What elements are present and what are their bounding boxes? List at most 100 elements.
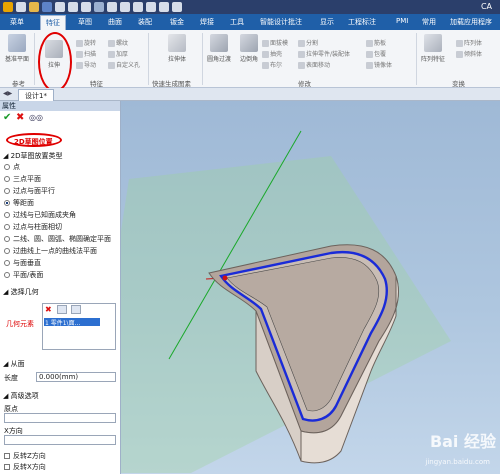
model-view (121, 130, 451, 473)
mirror-body-button[interactable]: 镜像体 (366, 60, 392, 69)
fillet-button[interactable]: 圆角过渡 (204, 34, 234, 63)
sweep-button[interactable]: 扫描 (76, 49, 96, 58)
cancel-icon[interactable]: ✖ (16, 112, 24, 123)
panel-toolbar: ✔ ✖ ◎◎ (0, 111, 120, 125)
menu-tab-tools[interactable]: 工具 (230, 17, 244, 27)
custom-hole-button[interactable]: 自定义孔 (108, 60, 140, 69)
selected-geometry-item[interactable]: 1 零件1\面... (44, 318, 100, 326)
loft-button[interactable]: 导动 (76, 60, 96, 69)
geometry-selection-list[interactable]: ✖ 1 零件1\面... (42, 303, 116, 350)
menu-tab-weld[interactable]: 焊接 (200, 17, 214, 27)
menu-tab-smart-design[interactable]: 智能设计批注 (260, 17, 302, 27)
menu-tab-feature[interactable]: 特征 (40, 15, 66, 30)
group-label-feature: 特征 (90, 80, 103, 88)
radio-dot (4, 224, 10, 230)
menu-tab-sketch[interactable]: 草图 (78, 17, 92, 27)
collapse-triangle-icon[interactable]: ◢ (3, 360, 11, 368)
menu-tab-assembly[interactable]: 装配 (138, 17, 152, 27)
menu-tab-menu[interactable]: 菜单 (10, 17, 24, 27)
split-button[interactable]: 分割 (298, 38, 318, 47)
split-icon (298, 40, 305, 47)
face-draft-icon (262, 40, 269, 47)
placement-option-three-point-plane[interactable]: 三点平面 (4, 174, 41, 184)
placement-option-point[interactable]: 点 (4, 162, 20, 172)
pattern-button[interactable]: 阵列体 (456, 38, 482, 47)
stretch-part-button[interactable]: 拉伸零件/装配体 (298, 49, 350, 58)
chamfer-button[interactable]: 边倒角 (234, 34, 264, 63)
revolve-button[interactable]: 旋转 (76, 38, 96, 47)
collapse-triangle-icon[interactable]: ◢ (3, 152, 11, 160)
menu-tab-common[interactable]: 常用 (422, 17, 436, 27)
menu-tab-pmi[interactable]: PMI (396, 17, 408, 25)
radio-dot (4, 248, 10, 254)
radio-dot (4, 236, 10, 242)
pattern-icon (456, 40, 463, 47)
reverse-x-checkbox[interactable]: 反转X方向 (4, 462, 46, 472)
document-tab-bar: ◀▶ 设计1* (0, 88, 500, 101)
length-field[interactable]: 0.000(mm) (36, 372, 116, 382)
revolve-icon (76, 40, 83, 47)
undo-icon[interactable] (55, 2, 65, 12)
shell-button[interactable]: 抽壳 (262, 49, 282, 58)
menu-tab-annotation[interactable]: 工程标注 (348, 17, 376, 27)
quick-tool-6-icon[interactable] (172, 2, 182, 12)
thread-icon (108, 40, 115, 47)
placement-option-parallel-face[interactable]: 过点与面平行 (4, 186, 55, 196)
menu-tab-surface[interactable]: 曲面 (108, 17, 122, 27)
3d-viewport[interactable]: Bai 经验 jingyan.baidu.com (121, 101, 500, 474)
reverse-z-checkbox[interactable]: 反转Z方向 (4, 451, 46, 461)
menu-tab-display[interactable]: 显示 (320, 17, 334, 27)
move-block-button[interactable]: 拉伸体 (162, 34, 192, 63)
quick-tool-2-icon[interactable] (120, 2, 130, 12)
thicken-button[interactable]: 加厚 (108, 49, 128, 58)
placement-option-line-angle[interactable]: 过线与已知面成夹角 (4, 210, 76, 220)
document-tab[interactable]: 设计1* (18, 89, 54, 101)
placement-option-tangent-cylinder[interactable]: 过点与柱面相切 (4, 222, 62, 232)
wrap-button[interactable]: 包覆 (366, 49, 386, 58)
boolean-button[interactable]: 布尔 (262, 60, 282, 69)
quick-tool-5-icon[interactable] (159, 2, 169, 12)
quick-tool-icon[interactable] (107, 2, 117, 12)
print-icon[interactable] (81, 2, 91, 12)
confirm-icon[interactable]: ✔ (3, 112, 11, 123)
collapse-triangle-icon[interactable]: ◢ (3, 392, 11, 400)
settings-icon[interactable] (94, 2, 104, 12)
menu-tab-addins[interactable]: 加载应用程序 (450, 17, 492, 27)
preview-glasses-icon[interactable]: ◎◎ (29, 113, 43, 122)
tab-scroll-arrows-icon[interactable]: ◀▶ (3, 90, 12, 97)
boolean-icon (262, 62, 269, 69)
tilt-part-button[interactable]: 倾斜体 (456, 49, 482, 58)
remove-selection-icon[interactable]: ✖ (45, 305, 52, 314)
rib-button[interactable]: 筋板 (366, 38, 386, 47)
move-down-icon[interactable] (71, 305, 81, 314)
face-draft-button[interactable]: 面拔模 (262, 38, 288, 47)
quick-tool-4-icon[interactable] (146, 2, 156, 12)
new-file-icon[interactable] (16, 2, 26, 12)
annotation-circle-extrude (38, 32, 72, 92)
x-direction-field[interactable] (4, 435, 116, 445)
geometry-section: ◢ 选择几何 (3, 288, 39, 296)
array-button[interactable]: 阵列特征 (418, 34, 448, 63)
move-up-icon[interactable] (57, 305, 67, 314)
placement-option-two-lines[interactable]: 二线、圆、圆弧、椭圆确定平面 (4, 234, 111, 244)
open-file-icon[interactable] (29, 2, 39, 12)
face-move-button[interactable]: 表面移动 (298, 60, 330, 69)
app-logo-icon[interactable] (3, 2, 13, 12)
placement-option-plane-surface[interactable]: 平面/表面 (4, 270, 43, 280)
collapse-triangle-icon[interactable]: ◢ (3, 288, 11, 296)
redo-icon[interactable] (68, 2, 78, 12)
checkbox-box (4, 464, 10, 470)
placement-option-perpendicular[interactable]: 与面垂直 (4, 258, 41, 268)
menu-tab-sheet-metal[interactable]: 钣金 (170, 17, 184, 27)
thread-button[interactable]: 螺纹 (108, 38, 128, 47)
radio-dot (4, 212, 10, 218)
shell-icon (262, 51, 269, 58)
placement-option-curve-normal[interactable]: 过曲线上一点的曲线法平面 (4, 246, 97, 256)
datum-plane-button[interactable]: 基准平面 (2, 34, 32, 63)
group-separator (416, 33, 417, 85)
group-separator (34, 33, 35, 85)
quick-tool-3-icon[interactable] (133, 2, 143, 12)
origin-field[interactable] (4, 413, 116, 423)
placement-option-offset-face[interactable]: 等距面 (4, 198, 34, 208)
save-icon[interactable] (42, 2, 52, 12)
